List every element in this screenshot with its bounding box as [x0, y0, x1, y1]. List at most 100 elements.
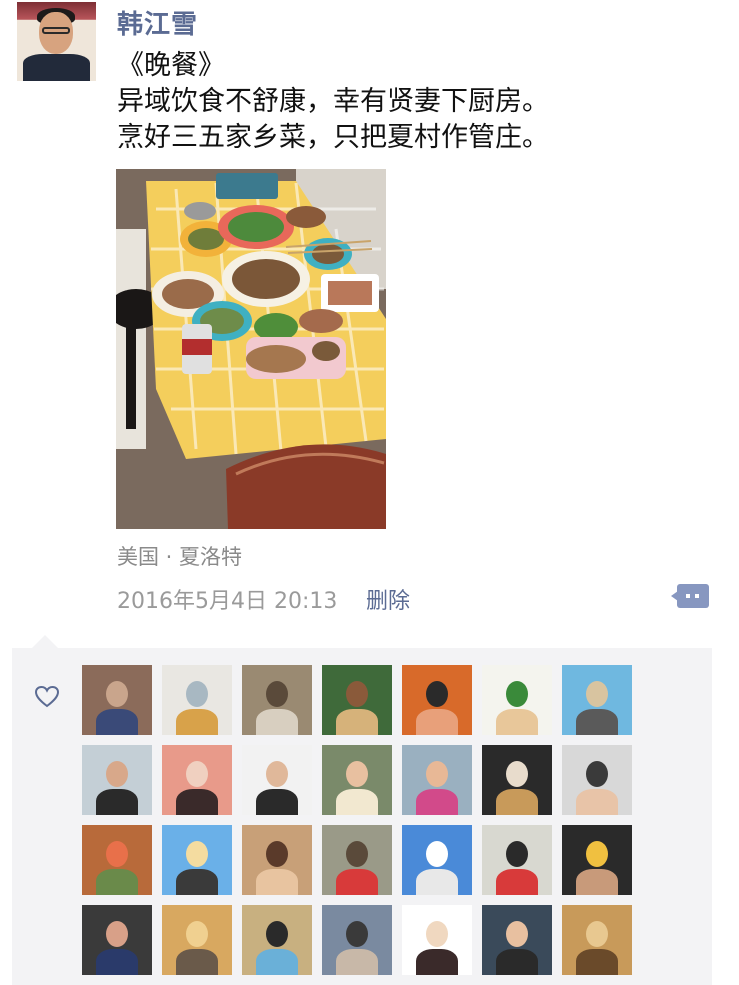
liker-avatar[interactable] — [562, 825, 632, 895]
liker-avatar-head — [506, 761, 528, 787]
liker-avatar-body — [336, 949, 378, 975]
liker-avatar-body — [96, 869, 138, 895]
dinner-table-illustration — [116, 169, 386, 529]
post-line-2: 烹好三五家乡菜，只把夏村作管庄。 — [117, 122, 549, 153]
liker-avatar-head — [266, 921, 288, 947]
liker-avatar-body — [416, 789, 458, 815]
liker-avatar-body — [96, 949, 138, 975]
avatar-glasses — [42, 27, 70, 34]
liker-avatar-head — [506, 841, 528, 867]
liker-avatar-head — [266, 761, 288, 787]
liker-avatar-body — [176, 949, 218, 975]
liker-avatar-body — [256, 869, 298, 895]
liker-avatar[interactable] — [482, 905, 552, 975]
liker-avatar[interactable] — [482, 825, 552, 895]
liker-avatar[interactable] — [562, 905, 632, 975]
liker-avatar[interactable] — [562, 745, 632, 815]
liker-avatar-body — [416, 869, 458, 895]
liker-avatar-head — [426, 761, 448, 787]
liker-avatar-body — [336, 789, 378, 815]
liker-avatar-head — [266, 681, 288, 707]
comment-button[interactable] — [671, 582, 709, 610]
liker-avatar-body — [576, 869, 618, 895]
liker-avatar[interactable] — [562, 665, 632, 735]
heart-outline-icon — [34, 685, 60, 709]
liker-avatar[interactable] — [402, 665, 472, 735]
liker-avatar-head — [506, 921, 528, 947]
post-timestamp: 2016年5月4日 20:13 — [117, 589, 338, 614]
liker-avatar-head — [106, 921, 128, 947]
liker-avatar-body — [256, 789, 298, 815]
liker-avatar-head — [346, 681, 368, 707]
liker-avatar-body — [256, 709, 298, 735]
liker-avatar[interactable] — [402, 905, 472, 975]
liker-avatar-head — [186, 921, 208, 947]
liker-avatar-head — [346, 841, 368, 867]
liker-avatar-body — [336, 709, 378, 735]
delete-button[interactable]: 删除 — [366, 583, 410, 615]
liker-avatar[interactable] — [242, 665, 312, 735]
liker-avatar-head — [426, 681, 448, 707]
liker-avatar-head — [346, 921, 368, 947]
likes-panel-arrow — [32, 635, 58, 648]
post-text: 《晚餐》 异域饮食不舒康，幸有贤妻下厨房。 烹好三五家乡菜，只把夏村作管庄。 — [117, 48, 717, 156]
liker-avatar[interactable] — [322, 745, 392, 815]
liker-avatar[interactable] — [242, 825, 312, 895]
liker-avatar-body — [416, 709, 458, 735]
liker-avatar[interactable] — [162, 665, 232, 735]
liker-avatar[interactable] — [402, 745, 472, 815]
liker-avatar[interactable] — [242, 905, 312, 975]
liker-avatar-body — [256, 949, 298, 975]
liker-avatar[interactable] — [162, 825, 232, 895]
liker-avatar[interactable] — [162, 905, 232, 975]
liker-avatar-head — [346, 761, 368, 787]
liker-avatar-body — [496, 789, 538, 815]
liker-avatar-body — [416, 949, 458, 975]
liker-avatar-body — [176, 709, 218, 735]
liker-avatar[interactable] — [482, 745, 552, 815]
post-line-title: 《晚餐》 — [117, 50, 225, 81]
liker-avatar-body — [176, 789, 218, 815]
author-avatar[interactable] — [17, 2, 96, 81]
liker-avatar-head — [266, 841, 288, 867]
liker-avatar-body — [496, 869, 538, 895]
liker-avatar-head — [586, 921, 608, 947]
liker-avatar[interactable] — [82, 825, 152, 895]
liker-avatar[interactable] — [482, 665, 552, 735]
liker-avatar-body — [96, 709, 138, 735]
liker-avatar-head — [186, 841, 208, 867]
liker-avatar[interactable] — [322, 905, 392, 975]
liker-avatar-body — [576, 789, 618, 815]
liker-avatar-body — [96, 789, 138, 815]
liker-avatar-body — [496, 709, 538, 735]
liker-avatar-head — [186, 681, 208, 707]
avatar-shirt — [23, 54, 90, 81]
liker-avatar[interactable] — [162, 745, 232, 815]
liker-avatar-body — [496, 949, 538, 975]
liker-avatar[interactable] — [82, 665, 152, 735]
more-dots-icon — [671, 584, 709, 608]
liker-avatar-head — [586, 681, 608, 707]
liker-avatar[interactable] — [402, 825, 472, 895]
liker-avatar-head — [106, 761, 128, 787]
liker-avatar-head — [106, 841, 128, 867]
liker-avatar-body — [176, 869, 218, 895]
liker-avatar-head — [186, 761, 208, 787]
liker-avatar[interactable] — [322, 825, 392, 895]
liker-avatar[interactable] — [242, 745, 312, 815]
liker-avatar[interactable] — [82, 745, 152, 815]
liker-avatar-body — [576, 949, 618, 975]
post-photo[interactable] — [116, 169, 386, 529]
liker-avatar-body — [576, 709, 618, 735]
liker-avatar-head — [586, 761, 608, 787]
post-location[interactable]: 美国 · 夏洛特 — [117, 541, 242, 571]
liker-avatar-head — [506, 681, 528, 707]
liker-avatar-head — [426, 841, 448, 867]
liker-avatar-head — [106, 681, 128, 707]
liker-avatar-head — [426, 921, 448, 947]
liker-avatar[interactable] — [82, 905, 152, 975]
post-line-1: 异域饮食不舒康，幸有贤妻下厨房。 — [117, 86, 549, 117]
liker-avatar[interactable] — [322, 665, 392, 735]
liker-avatar-head — [586, 841, 608, 867]
author-name[interactable]: 韩江雪 — [117, 4, 198, 41]
